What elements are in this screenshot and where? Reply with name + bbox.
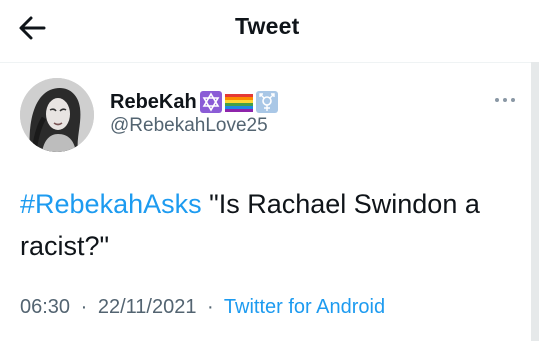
author-display-name[interactable]: RebeKah xyxy=(110,91,197,114)
transgender-symbol-icon xyxy=(255,91,278,113)
back-button[interactable] xyxy=(14,10,50,46)
tweet-date[interactable]: 22/11/2021 xyxy=(98,296,197,318)
tweet-source-link[interactable]: Twitter for Android xyxy=(224,296,385,318)
rainbow-flag-icon xyxy=(224,91,253,113)
tweet-time[interactable]: 06:30 xyxy=(20,296,70,318)
tweet-metadata: 06:30 · 22/11/2021 · Twitter for Android xyxy=(20,296,385,319)
more-horizontal-icon xyxy=(495,98,515,102)
scrollbar[interactable] xyxy=(531,62,539,341)
star-of-david-icon xyxy=(199,91,222,113)
header-divider xyxy=(0,62,539,63)
tweet-header: Tweet xyxy=(0,0,539,62)
more-options-button[interactable] xyxy=(490,90,520,110)
avatar[interactable] xyxy=(20,78,94,152)
hashtag-link[interactable]: #RebekahAsks xyxy=(20,189,202,219)
author-name-row[interactable]: RebeKah xyxy=(110,88,278,116)
tweet-text: #RebekahAsks "Is Rachael Swindon a racis… xyxy=(20,183,520,267)
separator: · xyxy=(80,296,88,318)
author-handle[interactable]: @RebekahLove25 xyxy=(110,115,268,137)
page-title: Tweet xyxy=(235,13,300,39)
arrow-left-icon xyxy=(19,16,46,40)
separator: · xyxy=(207,296,214,318)
